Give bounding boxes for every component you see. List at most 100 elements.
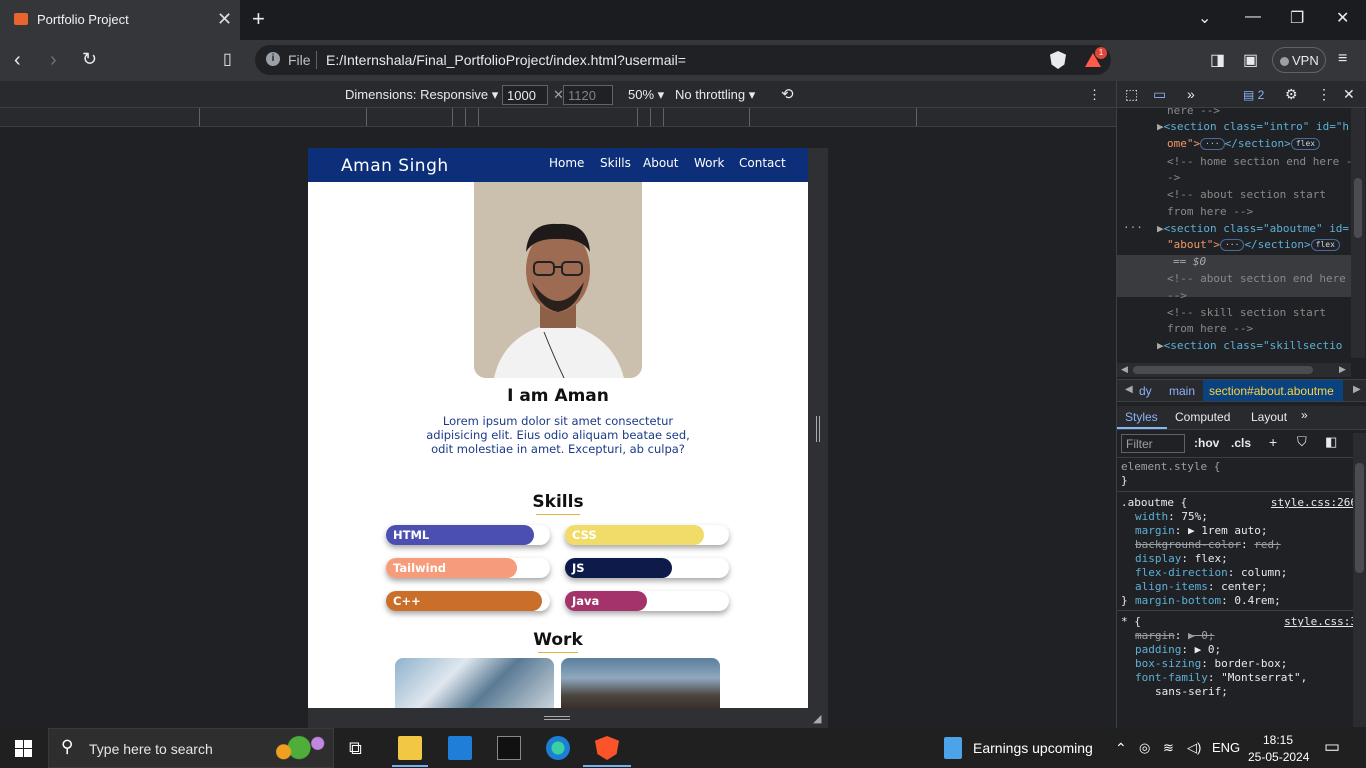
url-text[interactable]: E:/Internshala/Final_PortfolioProject/in… [326,52,686,68]
css-property-row[interactable]: background-color: red; [1135,538,1281,552]
close-devtools-icon[interactable]: ✕ [1343,86,1355,103]
class-toggle[interactable]: .cls [1231,436,1251,450]
bookmark-icon[interactable]: ▯ [223,49,232,69]
nav-work[interactable]: Work [694,156,724,170]
browser-tab[interactable]: Portfolio Project ✕ [0,0,240,40]
taskbar-search[interactable]: ⚲ Type here to search [48,728,334,768]
nav-skills[interactable]: Skills [600,156,631,170]
flex-badge[interactable]: flex [1310,239,1340,251]
minimize-button[interactable]: — [1245,8,1261,26]
dom-node-about[interactable]: ▶<section class="aboutme" id= [1157,221,1349,238]
crumb-section[interactable]: section#about.aboutme [1209,384,1334,398]
scroll-thumb[interactable] [1354,178,1362,238]
ellipsis-pill[interactable]: ··· [1200,138,1225,150]
nav-home[interactable]: Home [549,156,584,170]
scroll-thumb[interactable] [1133,366,1313,374]
viewport-resize-edge[interactable] [808,148,828,708]
css-property-row[interactable]: font-family: "Montserrat", [1135,671,1307,685]
reload-button[interactable]: ↻ [82,49,97,70]
clock-time[interactable]: 18:15 [1263,733,1293,747]
css-property-row[interactable]: width: 75%; [1135,510,1208,524]
hover-state-toggle[interactable]: :hov [1194,436,1219,450]
star-selector[interactable]: * { [1121,615,1141,629]
menu-icon[interactable]: ≡ [1338,50,1356,68]
crumb-left-icon[interactable]: ◀ [1125,384,1133,395]
scroll-thumb[interactable] [1355,463,1364,573]
dom-node-intro[interactable]: ▶<section class="intro" id="h [1157,119,1349,136]
expand-arrow-icon[interactable]: ▶ [1157,339,1164,352]
wallet-icon[interactable]: ▣ [1243,50,1261,69]
filter-input[interactable]: Filter [1121,434,1185,453]
site-logo[interactable]: Aman Singh [341,156,449,176]
dom-node-about-cont[interactable]: "about"> ··· </section> flex [1167,237,1340,254]
expand-arrow-icon[interactable]: ▶ [1157,120,1164,133]
css-property-row[interactable]: margin: ▶ 0; [1135,629,1215,643]
aboutme-selector[interactable]: .aboutme { [1121,496,1187,510]
info-icon[interactable]: i [266,52,280,66]
sidebar-icon[interactable]: ◨ [1210,50,1228,69]
tab-search-chevron-icon[interactable]: ⌄ [1198,8,1211,28]
flex-badge[interactable]: flex [1290,138,1321,150]
tab-styles[interactable]: Styles [1125,410,1158,424]
windows-start-icon[interactable] [15,740,32,757]
settings-gear-icon[interactable]: ⚙ [1285,86,1298,103]
resize-handle-bottom[interactable] [544,716,570,720]
tab-layout[interactable]: Layout [1251,410,1287,424]
crumb-main[interactable]: main [1169,384,1195,398]
height-input[interactable]: 1120 [563,85,613,105]
node-more-icon[interactable]: ··· [1123,220,1143,237]
new-tab-button[interactable]: + [252,6,265,32]
device-toggle-icon[interactable]: ▭ [1153,86,1166,103]
crumb-right-icon[interactable]: ▶ [1353,384,1361,395]
dom-node-skills[interactable]: ▶<section class="skillsectio [1157,338,1342,355]
work-image-1[interactable] [395,658,554,708]
close-window-button[interactable]: ✕ [1336,8,1349,28]
brave-shields-icon[interactable] [1050,51,1066,69]
more-panels-icon[interactable]: » [1187,86,1195,102]
viewport-bottom-edge[interactable]: ◢ [308,708,828,728]
zoom-select[interactable]: 50% ▾ [628,87,664,103]
address-bar[interactable]: i File E:/Internshala/Final_PortfolioPro… [255,45,1111,75]
expand-arrow-icon[interactable]: ▶ [1157,222,1164,235]
nav-contact[interactable]: Contact [739,156,786,170]
css-property-row[interactable]: box-sizing: border-box; [1135,657,1287,671]
tray-chevron-icon[interactable]: ⌃ [1115,740,1127,757]
back-button[interactable]: ‹ [14,49,21,72]
scroll-right-icon[interactable]: ▶ [1339,364,1346,375]
file-explorer-icon[interactable] [398,736,422,760]
resize-corner-icon[interactable]: ◢ [813,712,821,725]
more-tabs-icon[interactable]: » [1301,408,1308,422]
css-property-row[interactable]: display: flex; [1135,552,1228,566]
new-rule-icon[interactable]: + [1269,434,1277,450]
nav-about[interactable]: About [643,156,678,170]
work-image-2[interactable] [561,658,720,708]
issues-counter[interactable]: ▤ 2 [1243,88,1264,102]
news-widget-icon[interactable] [944,737,962,759]
star-source-link[interactable]: style.css:3 [1284,615,1353,629]
ellipsis-pill[interactable]: ··· [1219,239,1245,251]
elements-vscrollbar[interactable] [1351,108,1365,358]
meet-icon[interactable]: ◎ [1139,740,1150,756]
tab-computed[interactable]: Computed [1175,410,1230,424]
task-view-icon[interactable]: ⧉ [349,738,373,762]
notifications-icon[interactable]: ▭ [1324,737,1340,757]
css-property-row[interactable]: margin-bottom: 0.4rem; [1135,594,1281,608]
paint-icon[interactable]: ⛉ [1297,434,1307,450]
width-input[interactable]: 1000 [502,85,548,105]
language-indicator[interactable]: ENG [1212,740,1240,755]
volume-icon[interactable]: ◁) [1187,740,1201,756]
maximize-button[interactable]: ❐ [1290,8,1304,28]
widget-text[interactable]: Earnings upcoming [973,740,1093,756]
sidebar-toggle-icon[interactable]: ◧ [1325,434,1337,450]
styles-vscrollbar[interactable] [1353,433,1366,727]
mail-icon[interactable] [448,736,472,760]
css-property-row[interactable]: flex-direction: column; [1135,566,1287,580]
terminal-icon[interactable] [497,736,521,760]
scroll-left-icon[interactable]: ◀ [1121,364,1128,375]
throttling-select[interactable]: No throttling ▾ [675,87,755,103]
close-tab-icon[interactable]: ✕ [217,9,232,30]
forward-button[interactable]: › [50,49,57,72]
resize-handle-right[interactable] [816,416,820,442]
dom-node-intro-cont[interactable]: ome"> ··· </section> flex [1167,136,1321,153]
rotate-icon[interactable]: ⟲ [781,85,794,103]
